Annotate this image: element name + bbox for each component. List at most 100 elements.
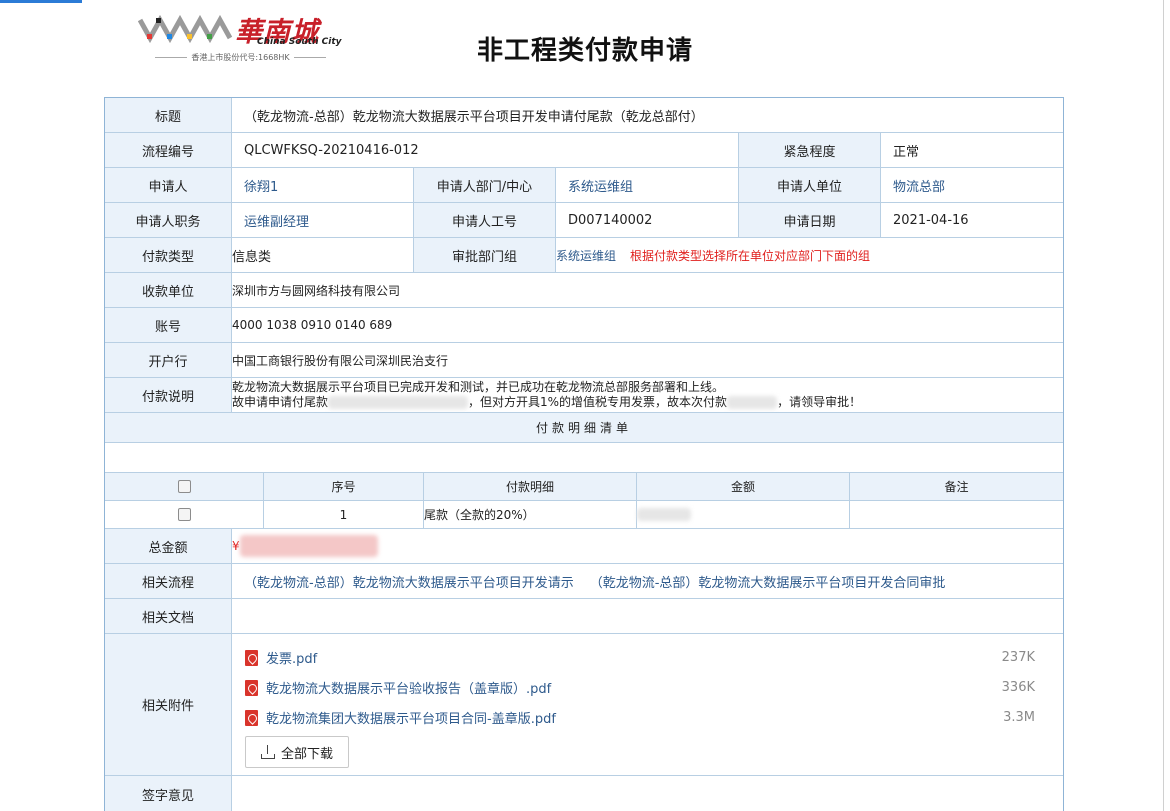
bank-value: 中国工商银行股份有限公司深圳民治支行: [232, 353, 449, 368]
page-title: 非工程类付款申请: [476, 36, 693, 66]
position-label: 申请人职务: [105, 203, 232, 237]
row-detail-spacer: [105, 443, 1063, 473]
position-link[interactable]: 运维副经理: [232, 203, 414, 237]
dept-label: 申请人部门/中心: [414, 168, 556, 202]
row-position: 申请人职务 运维副经理 申请人工号 D007140002 申请日期 2021-0…: [105, 203, 1063, 238]
related-flow-link[interactable]: （乾龙物流-总部）乾龙物流大数据展示平台项目开发请示: [244, 572, 574, 591]
redacted-amount: [637, 508, 691, 521]
related-docs-value: [232, 599, 1063, 633]
download-icon: [260, 745, 275, 759]
select-all-checkbox[interactable]: [177, 480, 191, 493]
row-no: 1: [264, 501, 424, 528]
select-all-cell: [105, 473, 264, 500]
flow-no-label: 流程编号: [105, 133, 232, 167]
row-related-docs: 相关文档: [105, 599, 1063, 634]
right-scroll-edge: [1163, 0, 1164, 811]
attachments-list: 发票.pdf 237K 乾龙物流大数据展示平台验收报告（盖章版）.pdf 336…: [105, 634, 1063, 776]
redacted-amount: [328, 396, 469, 409]
row-sign: 签字意见: [105, 776, 1063, 811]
attachment-size: 237K: [1001, 650, 1035, 665]
row-related-flows: 相关流程 （乾龙物流-总部）乾龙物流大数据展示平台项目开发请示 （乾龙物流-总部…: [105, 564, 1063, 599]
row-account: 账号 4000 1038 0910 0140 689: [105, 308, 1063, 343]
attachment-item[interactable]: 乾龙物流大数据展示平台验收报告（盖章版）.pdf 336K: [245, 678, 1035, 697]
title-value: （乾龙物流-总部）乾龙物流大数据展示平台项目开发申请付尾款（乾龙总部付）: [244, 109, 704, 125]
attachment-size: 336K: [1001, 680, 1035, 695]
row-title: 标题 （乾龙物流-总部）乾龙物流大数据展示平台项目开发申请付尾款（乾龙总部付）: [105, 98, 1063, 133]
pay-type-value: 信息类: [232, 238, 414, 272]
approve-dept-label: 审批部门组: [414, 238, 556, 272]
col-no: 序号: [264, 473, 424, 500]
applicant-label: 申请人: [105, 168, 232, 202]
approve-dept-hint: 根据付款类型选择所在单位对应部门下面的组: [630, 248, 871, 263]
related-flows-label: 相关流程: [105, 564, 232, 598]
urgency-value: 正常: [893, 144, 920, 160]
payment-form: 标题 （乾龙物流-总部）乾龙物流大数据展示平台项目开发申请付尾款（乾龙总部付） …: [104, 97, 1064, 811]
row-detail-title: 付款明细清单: [105, 413, 1063, 443]
download-all-button[interactable]: 全部下载: [245, 736, 349, 768]
col-amount: 金额: [637, 473, 850, 500]
applicant-link[interactable]: 徐翔1: [232, 168, 414, 202]
emp-no-label: 申请人工号: [414, 203, 556, 237]
row-description: 付款说明 乾龙物流大数据展示平台项目已完成开发和测试，并已成功在乾龙物流总部服务…: [105, 378, 1063, 413]
pdf-icon: [245, 679, 258, 696]
approve-dept-cell: 系统运维组 根据付款类型选择所在单位对应部门下面的组: [556, 238, 1063, 272]
redacted-amount: [727, 396, 778, 409]
row-bank: 开户行 中国工商银行股份有限公司深圳民治支行: [105, 343, 1063, 378]
row-attachments: 相关附件 发票.pdf 237K 乾龙物流大数据展示平台验收报告（盖章版）.pd…: [105, 634, 1063, 776]
detail-section-title: 付款明细清单: [105, 413, 1063, 442]
sign-label: 签字意见: [105, 776, 232, 811]
payee-label: 收款单位: [105, 273, 232, 307]
payee-value: 深圳市方与圆网络科技有限公司: [232, 283, 401, 298]
attachment-item[interactable]: 乾龙物流集团大数据展示平台项目合同-盖章版.pdf 3.3M: [245, 708, 1035, 727]
desc-line-1: 乾龙物流大数据展示平台项目已完成开发和测试，并已成功在乾龙物流总部服务部署和上线…: [232, 380, 725, 394]
pdf-icon: [245, 649, 258, 666]
row-pay-type: 付款类型 信息类 审批部门组 系统运维组 根据付款类型选择所在单位对应部门下面的…: [105, 238, 1063, 273]
flow-no-value: QLCWFKSQ-20210416-012: [232, 133, 739, 167]
attachment-item[interactable]: 发票.pdf 237K: [245, 648, 1035, 667]
row-checkbox[interactable]: [177, 508, 191, 521]
desc-line-2-part-a: 故申请申请付尾款: [232, 395, 329, 409]
attachment-name[interactable]: 乾龙物流集团大数据展示平台项目合同-盖章版.pdf: [266, 708, 556, 727]
row-item: 尾款（全款的20%）: [424, 501, 637, 528]
download-all-label: 全部下载: [280, 746, 333, 762]
total-value: ¥: [232, 529, 1063, 563]
date-value: 2021-04-16: [893, 212, 969, 228]
pay-type-label: 付款类型: [105, 238, 232, 272]
unit-label: 申请人单位: [739, 168, 881, 202]
row-note: [850, 501, 1063, 528]
row-applicant: 申请人 徐翔1 申请人部门/中心 系统运维组 申请人单位 物流总部: [105, 168, 1063, 203]
emp-no-value: D007140002: [556, 203, 739, 237]
row-amount: [637, 501, 850, 528]
attachment-size: 3.3M: [1003, 710, 1035, 725]
approve-dept-link[interactable]: 系统运维组: [556, 247, 616, 264]
attachment-name[interactable]: 发票.pdf: [266, 648, 317, 667]
detail-grid-header: 序号 付款明细 金额 备注: [105, 473, 1063, 501]
table-row: 1 尾款（全款的20%）: [105, 501, 1063, 529]
pdf-icon: [245, 709, 258, 726]
total-label: 总金额: [105, 529, 232, 563]
date-label: 申请日期: [739, 203, 881, 237]
row-payee: 收款单位 深圳市方与圆网络科技有限公司: [105, 273, 1063, 308]
urgency-label: 紧急程度: [739, 133, 881, 167]
bank-label: 开户行: [105, 343, 232, 377]
col-item: 付款明细: [424, 473, 637, 500]
dept-link[interactable]: 系统运维组: [556, 168, 739, 202]
related-docs-label: 相关文档: [105, 599, 232, 633]
total-currency: ¥: [232, 539, 240, 553]
row-flow-no: 流程编号 QLCWFKSQ-20210416-012 紧急程度 正常: [105, 133, 1063, 168]
desc-line-2-part-b: ，但对方开具1%的增值税专用发票，故本次付款: [468, 395, 728, 409]
unit-link[interactable]: 物流总部: [881, 168, 1063, 202]
desc-line-2-part-c: ，请领导审批！: [777, 395, 862, 409]
top-accent-strip: [0, 0, 82, 3]
redacted-amount: [239, 535, 378, 557]
col-note: 备注: [850, 473, 1063, 500]
desc-line-2: 故申请申请付尾款 ，但对方开具1%的增值税专用发票，故本次付款 ，请领导审批！: [232, 395, 861, 410]
related-flow-link[interactable]: （乾龙物流-总部）乾龙物流大数据展示平台项目开发合同审批: [590, 572, 946, 591]
desc-label: 付款说明: [105, 378, 232, 412]
desc-value: 乾龙物流大数据展示平台项目已完成开发和测试，并已成功在乾龙物流总部服务部署和上线…: [232, 378, 1063, 412]
sign-value[interactable]: [232, 776, 1063, 811]
row-total: 总金额 ¥: [105, 529, 1063, 564]
account-label: 账号: [105, 308, 232, 342]
attachment-name[interactable]: 乾龙物流大数据展示平台验收报告（盖章版）.pdf: [266, 678, 551, 697]
title-label: 标题: [105, 98, 232, 132]
